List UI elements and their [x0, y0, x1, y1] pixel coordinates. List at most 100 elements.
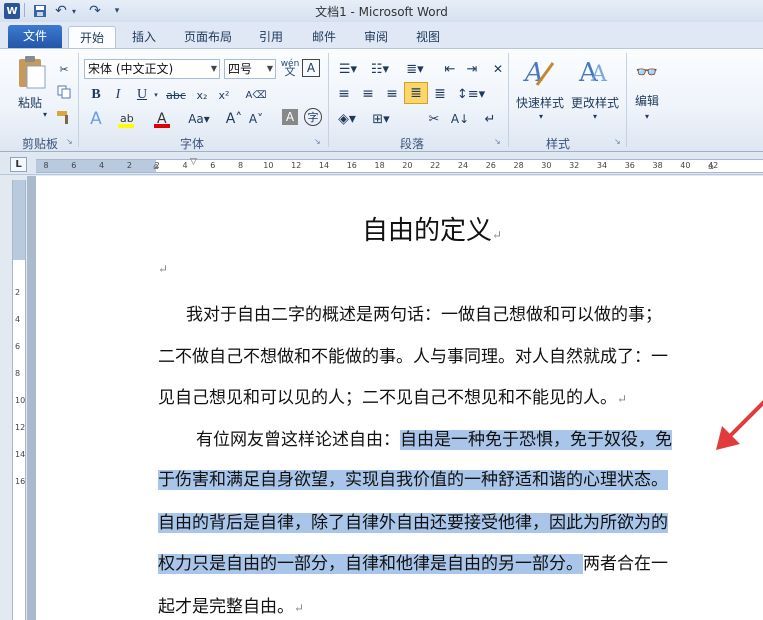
p1-line3[interactable]: 见自己想见和可以见的人；二不见自己不想见和不能见的人。↵	[158, 383, 627, 408]
tab-selector[interactable]: L	[10, 157, 27, 172]
selected-text[interactable]: 权力只是自由的一部分，自律和他律是自由的另一部分。	[158, 554, 583, 574]
bullets-icon[interactable]: ☰▾	[336, 59, 360, 79]
strikethrough-icon[interactable]: abc	[166, 85, 186, 105]
underline-dropdown-icon[interactable]: ▾	[152, 91, 160, 99]
paste-dropdown-icon[interactable]: ▾	[40, 109, 50, 119]
chinese-layout-icon[interactable]: ✕	[488, 59, 508, 79]
quick-styles-icon[interactable]: A	[520, 55, 556, 89]
chevron-down-icon[interactable]: ▼	[211, 60, 217, 78]
line-spacing-icon[interactable]: ↕≡▾	[457, 84, 485, 104]
shading-icon[interactable]: ◈▾	[334, 109, 360, 129]
clear-formatting-icon[interactable]: A⌫	[246, 85, 267, 105]
ribbon-tabs: 文件 开始 插入 页面布局 引用 邮件 审阅 视图	[0, 22, 763, 48]
vertical-ruler[interactable]: 2 4 6 8 10 12 14 16	[12, 180, 26, 620]
tab-home[interactable]: 开始	[68, 26, 116, 48]
grow-font-icon[interactable]: A˄	[224, 109, 244, 129]
font-color-icon[interactable]: A	[152, 109, 172, 129]
change-styles-dropdown-icon[interactable]: ▾	[590, 111, 600, 121]
ruler-number: 14	[15, 450, 26, 459]
font-size-combo[interactable]: 四号 ▼	[224, 59, 276, 79]
copy-icon[interactable]	[54, 82, 74, 102]
align-center-icon[interactable]: ≡	[358, 84, 378, 104]
shrink-font-icon[interactable]: A˅	[246, 109, 266, 129]
left-indent-marker-icon[interactable]: ⌂	[153, 162, 159, 172]
document-title[interactable]: 自由的定义↵	[362, 210, 502, 247]
group-divider	[626, 53, 627, 147]
character-border-icon[interactable]: A	[302, 59, 320, 77]
p2-line2[interactable]: 于伤害和满足自身欲望，实现自我价值的一种舒适和谐的心理状态。	[158, 465, 668, 490]
editing-dropdown-icon[interactable]: ▾	[642, 111, 652, 121]
selected-text[interactable]: 于伤害和满足自身欲望，实现自我价值的一种舒适和谐的心理状态。	[158, 470, 668, 490]
tab-mailings[interactable]: 邮件	[304, 26, 344, 48]
tab-page-layout[interactable]: 页面布局	[176, 26, 240, 48]
tab-review[interactable]: 审阅	[356, 26, 396, 48]
subscript-icon[interactable]: x₂	[192, 85, 212, 105]
ruler-number: 12	[15, 423, 26, 432]
ruler-number: 8	[238, 161, 244, 170]
font-name-combo[interactable]: 宋体 (中文正文) ▼	[84, 59, 220, 79]
numbering-icon[interactable]: ☷▾	[368, 59, 392, 79]
ruler-top-margin	[13, 180, 25, 260]
quick-styles-dropdown-icon[interactable]: ▾	[536, 111, 546, 121]
bold-icon[interactable]: B	[86, 85, 106, 105]
horizontal-ruler[interactable]: 8 6 4 2 2 4 6 8 10 12 14 16 18 20 22 24 26 28 30 32 34 36 38 40…	[36, 157, 763, 173]
change-case-icon[interactable]: Aa▾	[186, 109, 212, 129]
chevron-down-icon[interactable]: ▼	[267, 60, 273, 78]
enclose-characters-icon[interactable]: 字	[304, 108, 322, 126]
quick-styles-label[interactable]: 快速样式	[512, 94, 568, 111]
cut-icon[interactable]: ✂	[54, 59, 74, 79]
tab-file[interactable]: 文件	[8, 25, 62, 48]
selected-text[interactable]: 自由的背后是自律，除了自律外自由还要接受他律，因此为所欲为的	[158, 513, 668, 533]
svg-text:A: A	[590, 62, 608, 87]
selected-text[interactable]: 自由是一种免于恐惧，免于奴役，免	[400, 430, 672, 450]
change-styles-label[interactable]: 更改样式	[568, 94, 622, 111]
tab-references[interactable]: 引用	[252, 26, 290, 48]
paragraph-mark: ↵	[158, 262, 169, 276]
p2-line4[interactable]: 权力只是自由的一部分，自律和他律是自由的另一部分。两者合在一	[158, 549, 668, 574]
justify-icon[interactable]: ≣	[404, 82, 428, 104]
first-line-indent-marker-icon[interactable]: ▽	[190, 157, 197, 167]
align-left-icon[interactable]: ≡	[334, 84, 354, 104]
binoculars-icon[interactable]: 👓	[632, 57, 662, 87]
tab-insert[interactable]: 插入	[124, 26, 164, 48]
decrease-indent-icon[interactable]: ⇤	[440, 59, 460, 79]
ruler-number: 16	[15, 477, 26, 486]
superscript-icon[interactable]: x²	[214, 85, 234, 105]
p1-line2[interactable]: 二不做自己不想做和不能做的事。人与事同理。对人自然就成了：一	[158, 342, 668, 367]
editing-label[interactable]: 编辑	[630, 92, 664, 109]
phonetic-guide-icon[interactable]: wén 文	[280, 58, 300, 78]
character-shading-icon[interactable]: A	[282, 109, 298, 125]
group-divider	[328, 53, 329, 147]
window-title: 文档1 - Microsoft Word	[315, 5, 448, 19]
distributed-icon[interactable]: ≣	[430, 84, 450, 104]
p2-line5[interactable]: 起才是完整自由。↵	[158, 592, 304, 617]
paste-icon[interactable]	[14, 53, 50, 91]
p2-line3[interactable]: 自由的背后是自律，除了自律外自由还要接受他律，因此为所欲为的	[158, 508, 668, 533]
italic-icon[interactable]: I	[108, 85, 128, 105]
change-styles-icon[interactable]: AA	[576, 55, 612, 89]
text-effects-icon[interactable]: A	[86, 109, 106, 129]
increase-indent-icon[interactable]: ⇥	[462, 59, 482, 79]
sort-icon[interactable]: A↓	[450, 109, 470, 129]
right-indent-marker-icon[interactable]: ⌂	[708, 162, 714, 172]
p2-line1[interactable]: 有位网友曾这样论述自由：自由是一种免于恐惧，免于奴役，免	[196, 425, 672, 450]
ruler-number: 6	[210, 161, 216, 170]
red-arrow-annotation-icon	[716, 400, 763, 450]
asian-typography-icon[interactable]: ✂	[424, 109, 444, 129]
highlight-icon[interactable]: ab	[116, 109, 136, 129]
paragraph-launcher-icon[interactable]: ↘	[494, 137, 501, 146]
show-marks-icon[interactable]: ↵	[480, 109, 500, 129]
align-right-icon[interactable]: ≡	[382, 84, 402, 104]
font-launcher-icon[interactable]: ↘	[314, 137, 321, 146]
paragraph-mark: ↵	[294, 601, 305, 615]
underline-icon[interactable]: U	[132, 85, 152, 105]
borders-icon[interactable]: ⊞▾	[368, 109, 394, 129]
styles-launcher-icon[interactable]: ↘	[614, 137, 621, 146]
ruler-number: 28	[513, 161, 524, 170]
tab-view[interactable]: 视图	[408, 26, 448, 48]
format-painter-icon[interactable]	[54, 107, 74, 127]
clipboard-launcher-icon[interactable]: ↘	[66, 137, 73, 146]
multilevel-list-icon[interactable]: ≣▾	[402, 59, 428, 79]
p1-line1[interactable]: 我对于自由二字的概述是两句话：一做自己想做和可以做的事；	[186, 300, 662, 325]
ruler-number: 4	[182, 161, 188, 170]
